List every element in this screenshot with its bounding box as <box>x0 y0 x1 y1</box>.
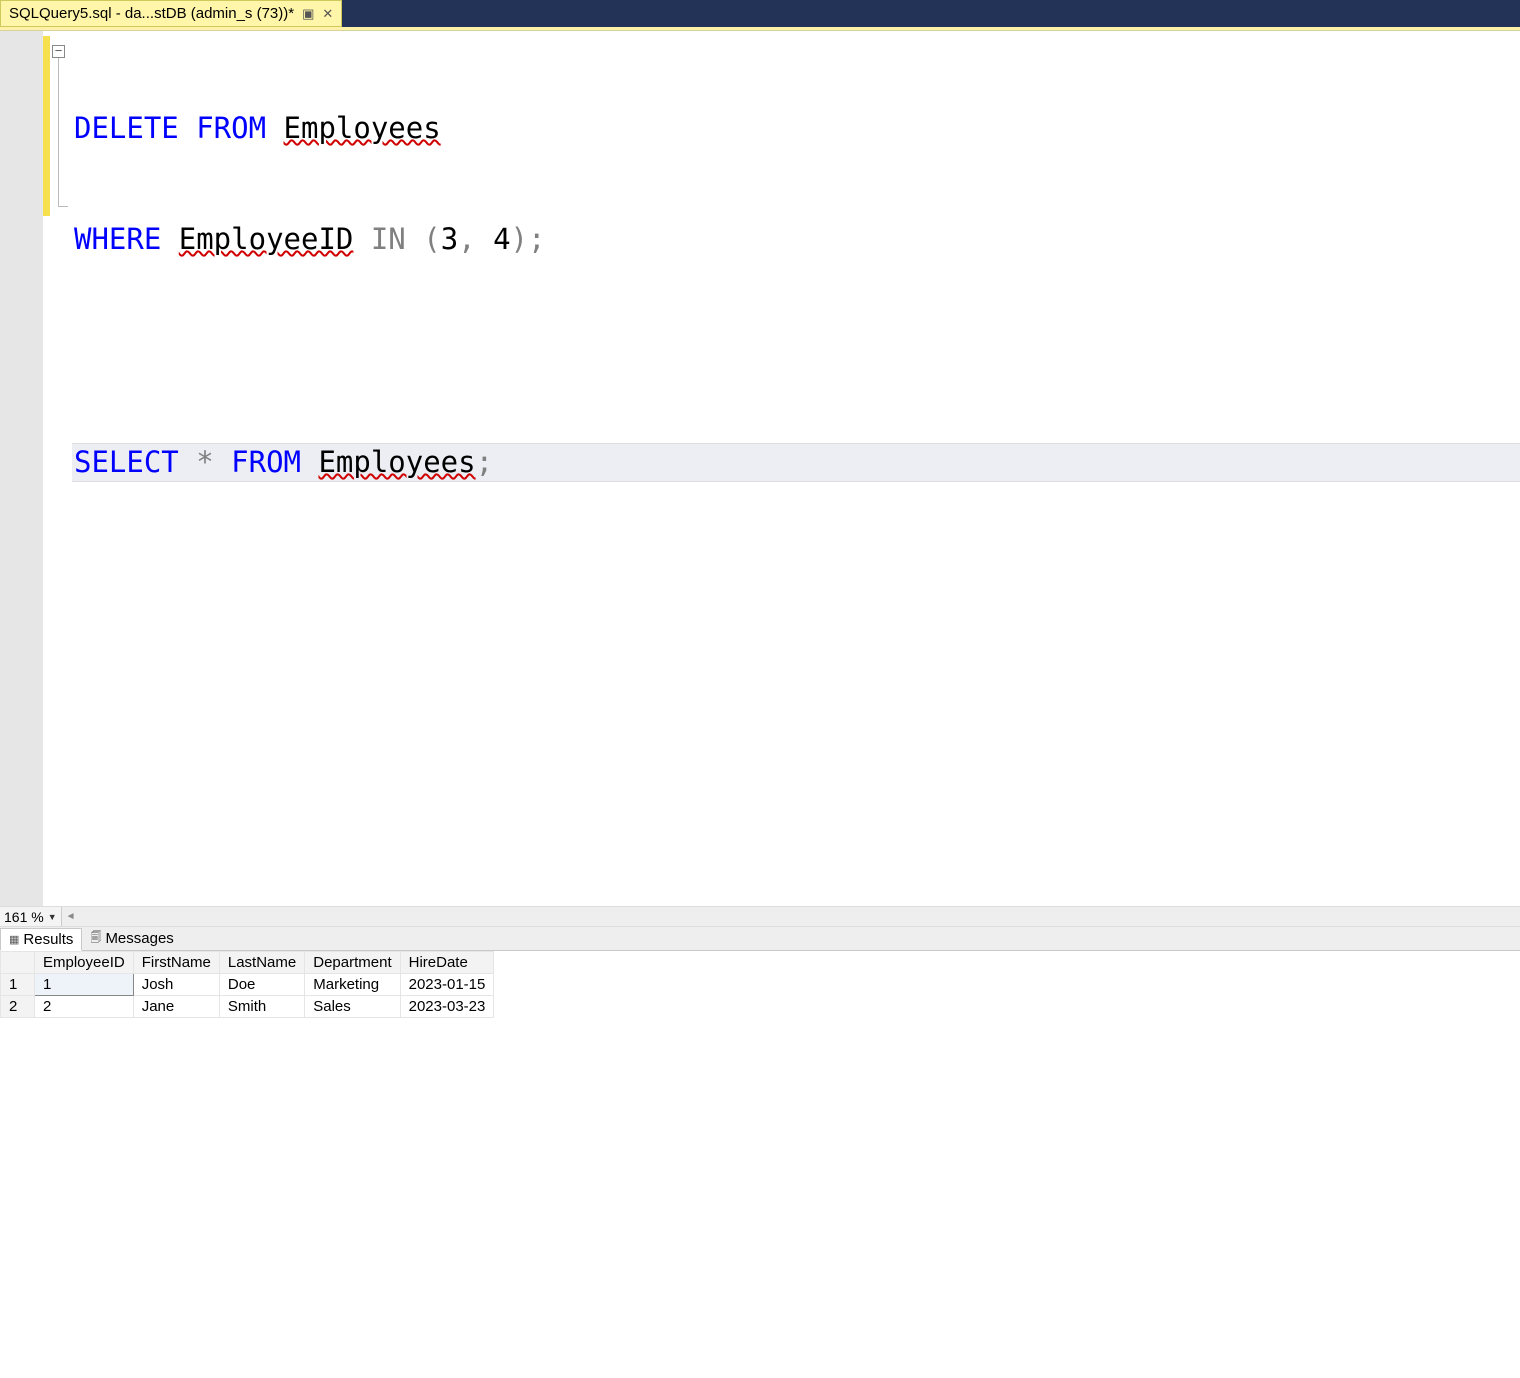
code-text-area[interactable]: DELETE FROM Employees WHERE EmployeeID I… <box>72 31 1520 906</box>
scroll-left-icon[interactable]: ◄ <box>62 911 80 922</box>
results-table[interactable]: EmployeeID FirstName LastName Department… <box>0 951 494 1018</box>
column-header[interactable]: FirstName <box>133 952 219 974</box>
tab-bar: SQLQuery5.sql - da...stDB (admin_s (73))… <box>0 0 1520 27</box>
results-pane[interactable]: EmployeeID FirstName LastName Department… <box>0 951 1520 1378</box>
fold-line-end <box>58 206 68 207</box>
pin-icon[interactable]: ▣ <box>302 7 314 20</box>
code-line: DELETE FROM Employees <box>72 110 1520 147</box>
fold-toggle-icon[interactable]: − <box>52 45 65 58</box>
table-cell[interactable]: Doe <box>219 974 304 996</box>
change-indicator-bar <box>43 31 50 906</box>
line-number-gutter <box>0 31 43 906</box>
fold-gutter: − <box>50 31 72 906</box>
chevron-down-icon: ▼ <box>48 912 57 922</box>
document-tab[interactable]: SQLQuery5.sql - da...stDB (admin_s (73))… <box>0 0 342 27</box>
table-cell[interactable]: Smith <box>219 996 304 1018</box>
table-cell[interactable]: Marketing <box>305 974 400 996</box>
change-mark <box>43 36 50 216</box>
table-cell[interactable]: 2023-03-23 <box>400 996 494 1018</box>
fold-line <box>58 58 59 206</box>
close-icon[interactable]: ✕ <box>322 7 333 20</box>
table-cell[interactable]: Sales <box>305 996 400 1018</box>
tab-messages[interactable]: 🗐 Messages <box>82 927 181 950</box>
row-number-cell: 1 <box>1 974 35 996</box>
editor-bottom-bar: 161 % ▼ ◄ <box>0 906 1520 926</box>
column-header[interactable]: LastName <box>219 952 304 974</box>
table-cell[interactable]: 2023-01-15 <box>400 974 494 996</box>
table-cell[interactable]: 2 <box>35 996 134 1018</box>
column-header[interactable]: HireDate <box>400 952 494 974</box>
results-tab-bar: ▦ Results 🗐 Messages <box>0 926 1520 951</box>
table-cell[interactable]: Josh <box>133 974 219 996</box>
table-cell[interactable]: 1 <box>35 974 134 996</box>
column-header[interactable]: Department <box>305 952 400 974</box>
table-row[interactable]: 1 1 Josh Doe Marketing 2023-01-15 <box>1 974 494 996</box>
code-line: WHERE EmployeeID IN (3, 4); <box>72 221 1520 258</box>
tab-results-label: Results <box>23 931 73 948</box>
zoom-level-dropdown[interactable]: 161 % ▼ <box>0 907 62 926</box>
grid-icon: ▦ <box>9 933 19 946</box>
tab-results[interactable]: ▦ Results <box>0 928 82 951</box>
code-line-selected: SELECT * FROM Employees; <box>72 443 1520 482</box>
messages-icon: 🗐 <box>90 929 101 948</box>
row-number-header <box>1 952 35 974</box>
code-line <box>72 332 1520 369</box>
column-header[interactable]: EmployeeID <box>35 952 134 974</box>
zoom-level-label: 161 % <box>4 909 44 925</box>
tab-messages-label: Messages <box>105 930 173 947</box>
document-tab-label: SQLQuery5.sql - da...stDB (admin_s (73))… <box>9 5 294 22</box>
code-editor[interactable]: − DELETE FROM Employees WHERE EmployeeID… <box>0 30 1520 906</box>
table-row[interactable]: 2 2 Jane Smith Sales 2023-03-23 <box>1 996 494 1018</box>
table-header-row: EmployeeID FirstName LastName Department… <box>1 952 494 974</box>
row-number-cell: 2 <box>1 996 35 1018</box>
table-cell[interactable]: Jane <box>133 996 219 1018</box>
